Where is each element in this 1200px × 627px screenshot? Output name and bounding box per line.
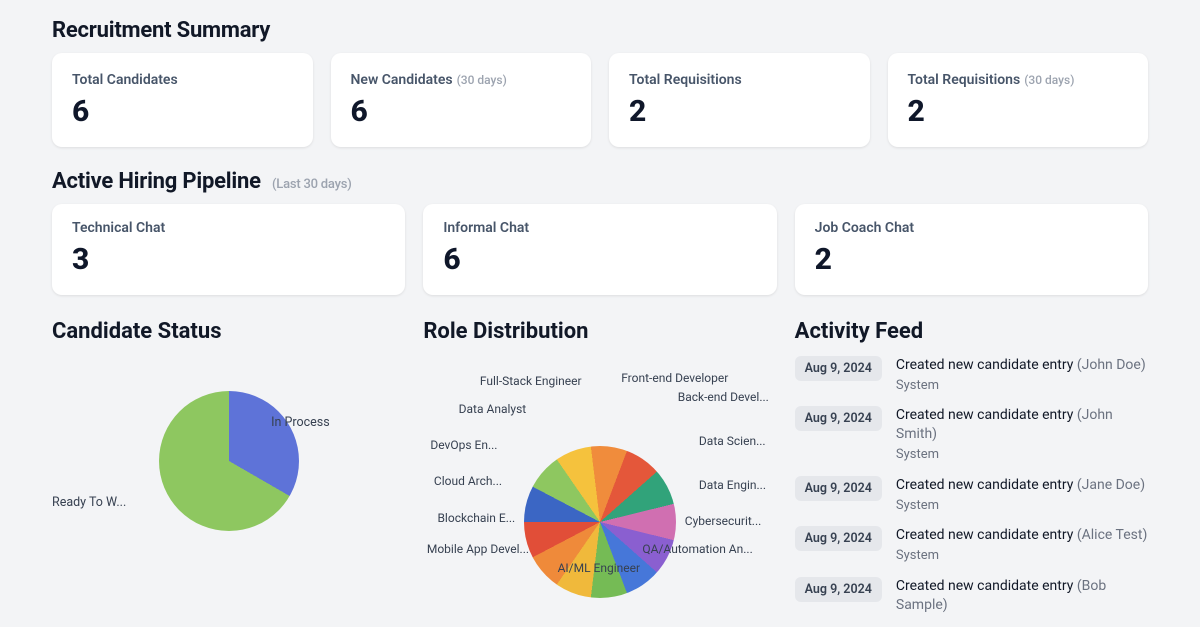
activity-entity-link[interactable]: Alice Test xyxy=(1082,527,1143,543)
pie-icon xyxy=(159,391,299,531)
card-sublabel: (30 days) xyxy=(1024,73,1074,87)
pipeline-card[interactable]: Technical Chat 3 xyxy=(52,204,405,295)
pie-slice-label: In Process xyxy=(271,415,330,430)
activity-item[interactable]: Aug 9, 2024 Created new candidate entry (… xyxy=(795,526,1148,564)
activity-actor: System xyxy=(896,446,1148,464)
card-label: New Candidates xyxy=(351,72,453,88)
pipeline-card[interactable]: Job Coach Chat 2 xyxy=(795,204,1148,295)
lower-panels: Candidate Status In Process Ready To W..… xyxy=(52,319,1148,614)
pipeline-card[interactable]: Informal Chat 6 xyxy=(423,204,776,295)
pie-slice-label: Back-end Devel... xyxy=(678,390,769,404)
activity-text: Created new candidate entry xyxy=(896,357,1077,373)
activity-item[interactable]: Aug 9, 2024 Created new candidate entry (… xyxy=(795,356,1148,394)
pie-slice-label: Cloud Arch... xyxy=(434,474,502,488)
pie-slice-label: Data Engin... xyxy=(699,478,766,492)
card-label: Technical Chat xyxy=(72,220,385,236)
role-pie-chart: Front-end Developer Back-end Devel... Da… xyxy=(423,356,776,586)
pie-slice-label: Mobile App Devel... xyxy=(427,542,529,556)
activity-actor: System xyxy=(896,547,1147,565)
card-label: Job Coach Chat xyxy=(815,220,1128,236)
pie-slice-label: Data Analyst xyxy=(459,402,527,416)
summary-card[interactable]: Total Requisitions(30 days) 2 xyxy=(888,53,1149,147)
card-label: Informal Chat xyxy=(443,220,756,236)
date-badge: Aug 9, 2024 xyxy=(795,406,882,431)
pie-slice-label: Cybersecurit... xyxy=(685,514,762,528)
date-badge: Aug 9, 2024 xyxy=(795,476,882,501)
card-value: 6 xyxy=(351,94,572,129)
date-badge: Aug 9, 2024 xyxy=(795,356,882,381)
summary-cards: Total Candidates 6 New Candidates (30 day… xyxy=(52,53,1148,147)
activity-entity-link[interactable]: Jane Doe xyxy=(1082,477,1141,493)
candidate-status-panel: Candidate Status In Process Ready To W..… xyxy=(52,319,405,614)
activity-text: Created new candidate entry xyxy=(896,407,1077,423)
dashboard: Recruitment Summary Total Candidates 6 N… xyxy=(0,0,1200,614)
date-badge: Aug 9, 2024 xyxy=(795,577,882,602)
card-label: Total Requisitions xyxy=(629,72,742,88)
activity-body: Created new candidate entry (Alice Test)… xyxy=(896,526,1147,564)
activity-actor: System xyxy=(896,377,1146,395)
pie-slice-label: Front-end Developer xyxy=(621,371,728,385)
activity-heading: Activity Feed xyxy=(795,319,1148,344)
pie-slice-label: Ready To W... xyxy=(52,495,126,510)
activity-body: Created new candidate entry (Bob Sample) xyxy=(896,577,1148,615)
pie-slice-label: Blockchain E... xyxy=(437,511,515,525)
summary-card[interactable]: New Candidates (30 days) 6 xyxy=(331,53,592,147)
activity-body: Created new candidate entry (Jane Doe)Sy… xyxy=(896,476,1145,514)
pie-slice-label: DevOps En... xyxy=(430,438,497,452)
activity-text: Created new candidate entry xyxy=(896,527,1077,543)
pie-icon xyxy=(524,446,676,598)
card-value: 2 xyxy=(815,242,1128,277)
pipeline-sublabel: (Last 30 days) xyxy=(272,177,352,192)
activity-feed: Aug 9, 2024 Created new candidate entry (… xyxy=(795,356,1148,614)
activity-actor: System xyxy=(896,497,1145,515)
activity-text: Created new candidate entry xyxy=(896,477,1077,493)
role-distribution-panel: Role Distribution Front-end Developer Ba… xyxy=(423,319,776,614)
card-label: Total Candidates xyxy=(72,72,178,88)
activity-item[interactable]: Aug 9, 2024 Created new candidate entry (… xyxy=(795,577,1148,615)
activity-item[interactable]: Aug 9, 2024 Created new candidate entry (… xyxy=(795,406,1148,463)
pie-slice-label: Data Scien... xyxy=(699,434,766,448)
activity-text: Created new candidate entry xyxy=(896,578,1077,594)
card-value: 6 xyxy=(72,94,293,129)
activity-body: Created new candidate entry (John Doe)Sy… xyxy=(896,356,1146,394)
pie-slice-label: Full-Stack Engineer xyxy=(480,374,582,388)
card-value: 6 xyxy=(443,242,756,277)
status-pie-chart: In Process Ready To W... xyxy=(52,356,405,566)
pipeline-heading: Active Hiring Pipeline (Last 30 days) xyxy=(52,169,1148,194)
summary-card[interactable]: Total Requisitions 2 xyxy=(609,53,870,147)
roles-heading: Role Distribution xyxy=(423,319,776,344)
date-badge: Aug 9, 2024 xyxy=(795,526,882,551)
card-value: 2 xyxy=(908,94,1129,129)
activity-item[interactable]: Aug 9, 2024 Created new candidate entry (… xyxy=(795,476,1148,514)
card-sublabel: (30 days) xyxy=(457,73,507,87)
pie-slice-label: QA/Automation An... xyxy=(642,542,752,556)
card-label: Total Requisitions xyxy=(908,72,1021,88)
summary-card[interactable]: Total Candidates 6 xyxy=(52,53,313,147)
pipeline-title: Active Hiring Pipeline xyxy=(52,169,261,194)
activity-body: Created new candidate entry (John Smith)… xyxy=(896,406,1148,463)
activity-entity-link[interactable]: John Doe xyxy=(1082,357,1141,373)
status-heading: Candidate Status xyxy=(52,319,405,344)
card-value: 2 xyxy=(629,94,850,129)
pipeline-cards: Technical Chat 3 Informal Chat 6 Job Coa… xyxy=(52,204,1148,295)
activity-feed-panel: Activity Feed Aug 9, 2024 Created new can… xyxy=(795,319,1148,614)
card-value: 3 xyxy=(72,242,385,277)
summary-heading: Recruitment Summary xyxy=(52,18,1148,43)
pie-slice-label: AI/ML Engineer xyxy=(558,561,640,575)
